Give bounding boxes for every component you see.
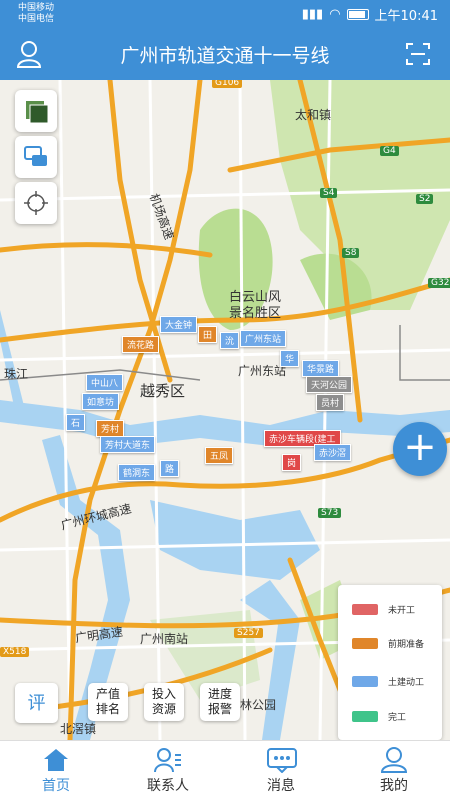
station-marker[interactable]: 田 [198,326,218,343]
place-label-taihe: 太和镇 [295,108,332,122]
road-shield: G32 [428,278,450,288]
app-header: 广州市轨道交通十一号线 [0,28,450,80]
place-label-gz-east: 广州东站 [238,364,287,378]
legend-swatch [352,637,378,649]
station-marker[interactable]: 赤沙滘 [314,444,352,461]
station-marker[interactable]: 华 [280,350,300,367]
signal-icon: ▮▮▮ [301,7,324,22]
legend-swatch [352,603,378,615]
road-shield: S257 [234,628,263,638]
progress-alarm-line-1: 进度 [207,687,232,701]
locate-icon [24,191,48,215]
legend-swatch [352,710,378,722]
tab-label: 联系人 [147,778,189,794]
input-resource-button[interactable]: 投入 资源 [144,683,184,721]
tab-label: 消息 [267,778,295,794]
station-marker[interactable]: 岗 [282,454,302,471]
station-marker[interactable]: 芳村 [96,420,125,437]
road-shield: G106 [212,80,243,88]
layer-satellite-button[interactable] [15,90,57,132]
station-marker[interactable]: 路 [160,460,180,477]
carrier-2: 中国电信 [18,14,55,24]
road-shield: S2 [416,194,434,204]
profile-icon [380,747,408,773]
tab-label: 我的 [380,778,408,794]
station-marker[interactable]: 天河公园 [306,376,353,393]
tab-mine[interactable]: 我的 [338,741,450,801]
legend-label: 土建动工 [388,677,425,688]
station-marker[interactable]: 如意坊 [82,393,120,410]
output-rank-line-2: 排名 [95,702,120,716]
home-icon [44,749,68,771]
road-shield: S73 [318,508,342,518]
tab-contacts[interactable]: 联系人 [112,741,224,801]
progress-alarm-line-2: 报警 [207,702,232,716]
station-marker[interactable]: 沇 [220,332,240,349]
message-icon [267,748,297,773]
output-rank-line-1: 产值 [95,687,120,701]
wifi-icon: ◠ [329,7,341,22]
tab-home[interactable]: 首页 [0,741,112,801]
layer-traffic-button[interactable] [15,136,57,178]
legend-item: 土建动工 [352,674,424,688]
clock: 上午10:41 [374,9,438,24]
place-label-zhujiang: 珠江 [4,367,29,381]
legend-label: 前期准备 [388,639,425,650]
station-marker[interactable]: 流花路 [122,336,160,353]
status-legend: 未开工 前期准备 土建动工 完工 [338,585,442,740]
locate-button[interactable] [15,182,57,224]
legend-item: 完工 [352,709,406,723]
traffic-layer-icon [24,146,47,166]
station-marker[interactable]: 鹤洞东 [118,464,156,481]
legend-label: 完工 [388,712,407,723]
place-label-gz-south: 广州南站 [140,632,189,646]
tab-messages[interactable]: 消息 [225,741,337,801]
station-marker[interactable]: 大金钟 [160,316,198,333]
station-marker[interactable]: 广州东站 [240,330,287,347]
plus-icon: + [403,424,437,470]
legend-item: 未开工 [352,602,415,616]
legend-label: 未开工 [388,605,416,616]
station-marker[interactable]: 芳村大道东 [100,436,156,453]
station-marker[interactable]: 华景路 [302,360,340,377]
carrier-1: 中国移动 [18,3,55,13]
place-label-beijiao: 北滘镇 [60,722,97,736]
tab-label: 首页 [42,778,70,794]
legend-item: 前期准备 [352,636,424,650]
station-marker[interactable]: 五凤 [205,447,234,464]
road-shield: S4 [320,188,338,198]
carrier-labels: 中国移动 中国电信 [18,3,54,25]
progress-alarm-button[interactable]: 进度 报警 [200,683,240,721]
legend-swatch [352,675,378,687]
add-button[interactable]: + [393,422,447,476]
station-marker[interactable]: 石 [66,414,86,431]
contacts-icon [154,748,181,773]
input-resource-line-1: 投入 [151,687,176,701]
station-marker[interactable]: 员村 [316,394,345,411]
scan-icon[interactable] [406,42,430,66]
road-shield: X518 [0,647,30,657]
status-bar: 中国移动 中国电信 ▮▮▮ ◠ 上午10:41 [0,0,450,28]
station-marker[interactable]: 中山八 [86,374,124,391]
tab-bar: 首页 联系人 消息 我的 [0,740,450,800]
battery-icon [346,9,369,20]
road-shield: G4 [380,146,399,156]
map-view[interactable]: 太和镇 白云山风 景名胜区 越秀区 珠江 广州东站 广州南站 广州环城高速 机场… [0,80,450,740]
satellite-layer-icon [26,101,49,124]
page-title: 广州市轨道交通十一号线 [120,45,330,67]
input-resource-line-2: 资源 [151,702,176,716]
place-label-yuexiu: 越秀区 [140,382,186,400]
place-label-forest-park: 林公园 [240,698,277,712]
output-rank-button[interactable]: 产值 排名 [88,683,128,721]
road-shield: S8 [342,248,360,258]
rate-button[interactable]: 评 [15,683,58,723]
status-right: ▮▮▮ ◠ 上午10:41 [302,5,438,24]
place-label-baiyun-2: 景名胜区 [229,306,282,321]
